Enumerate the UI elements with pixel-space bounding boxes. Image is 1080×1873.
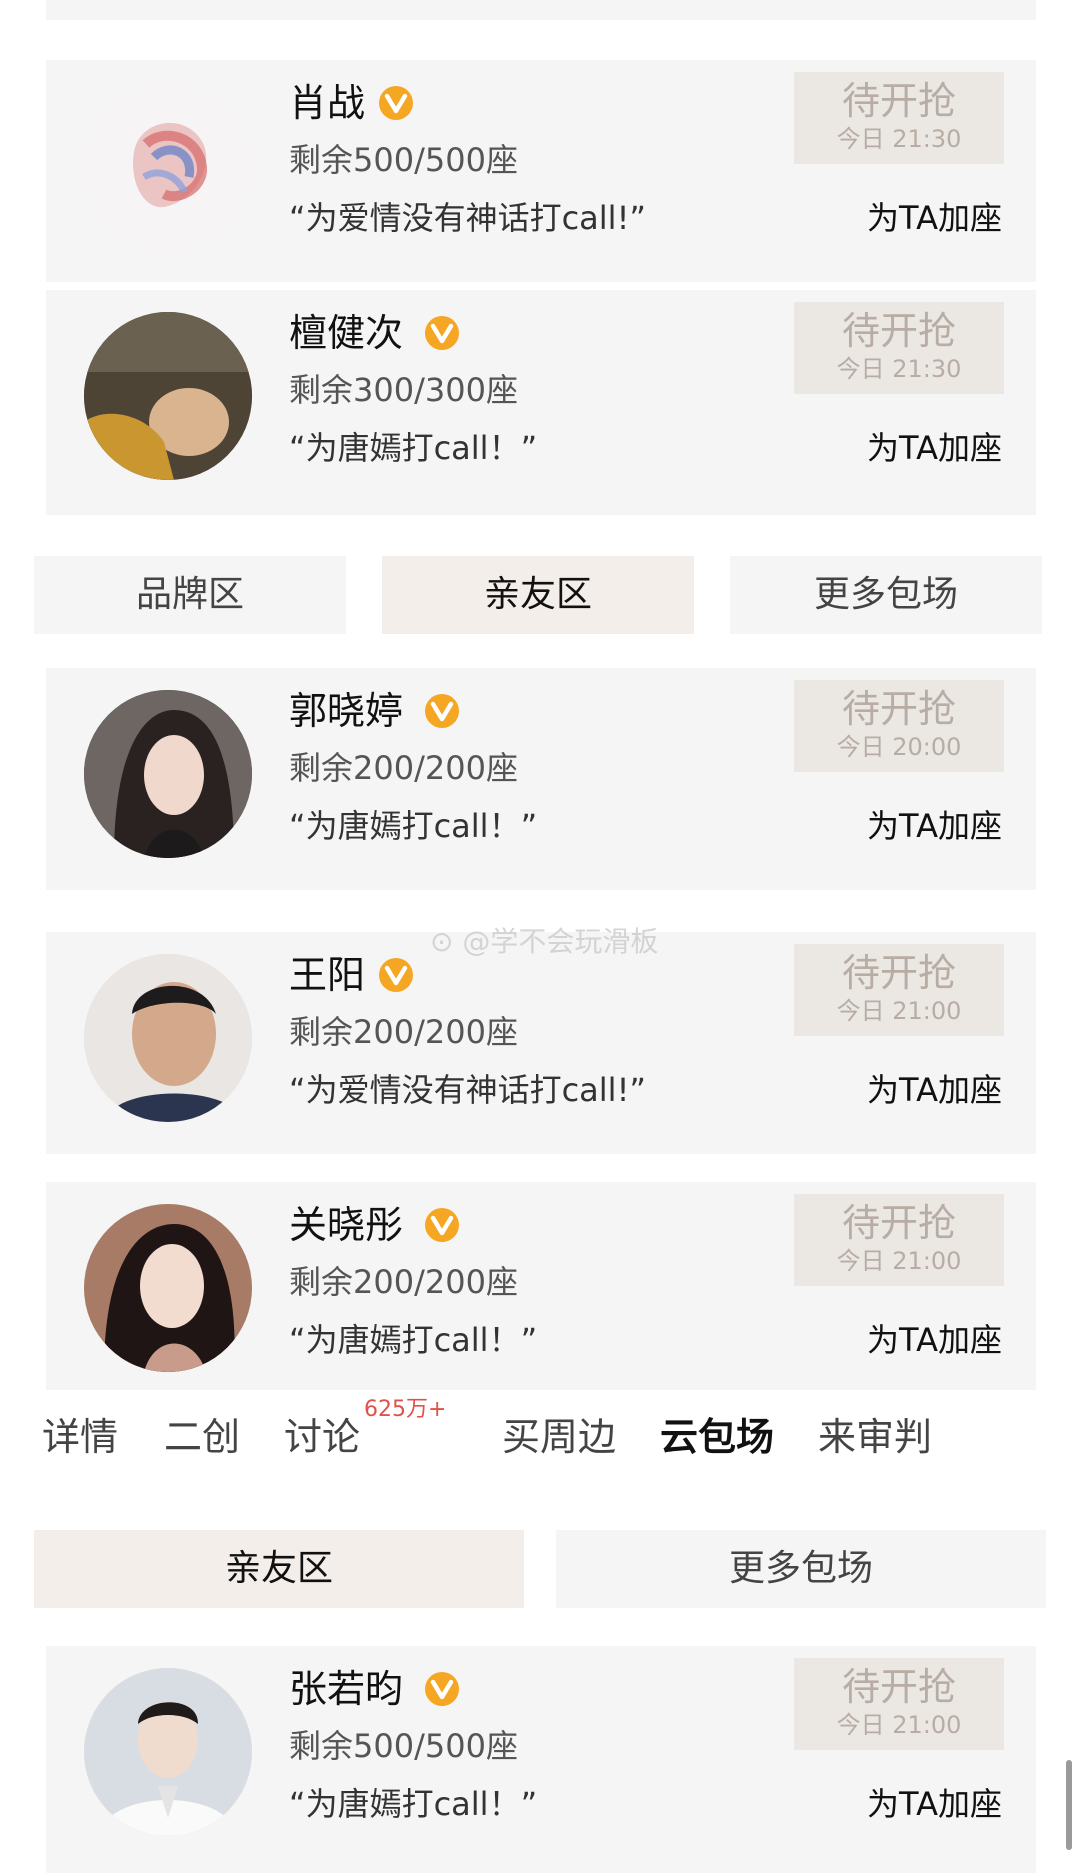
slogan: “为唐嫣打call！” bbox=[289, 1321, 538, 1359]
tab-more-venues[interactable]: 更多包场 bbox=[556, 1530, 1046, 1608]
slogan: “为唐嫣打call！” bbox=[289, 807, 538, 845]
seats-remaining: 剩余500/500座 bbox=[289, 141, 518, 179]
card-xiaozhan[interactable]: 肖战 剩余500/500座 “为爱情没有神话打call!” 待开抢 今日 21:… bbox=[46, 60, 1036, 282]
add-seat-button[interactable]: 为TA加座 bbox=[867, 426, 1002, 470]
verified-v-icon bbox=[425, 1208, 459, 1242]
add-seat-button[interactable]: 为TA加座 bbox=[867, 1782, 1002, 1826]
verified-v-icon bbox=[379, 958, 413, 992]
grab-button[interactable]: 待开抢 今日 20:00 bbox=[794, 680, 1004, 772]
seats-remaining: 剩余300/300座 bbox=[289, 371, 518, 409]
seats-remaining: 剩余200/200座 bbox=[289, 1263, 518, 1301]
scrollbar[interactable] bbox=[1066, 1760, 1072, 1850]
slogan: “为爱情没有神话打call!” bbox=[289, 199, 646, 237]
person-avatar-icon bbox=[84, 1204, 252, 1372]
person-avatar-icon bbox=[84, 954, 252, 1122]
tab-fan-creation[interactable]: 二创 bbox=[164, 1412, 240, 1462]
grab-button[interactable]: 待开抢 今日 21:30 bbox=[794, 302, 1004, 394]
slogan: “为唐嫣打call！” bbox=[289, 1785, 538, 1823]
card-tanjianci[interactable]: 檀健次 剩余300/300座 “为唐嫣打call！” 待开抢 今日 21:30 … bbox=[46, 290, 1036, 515]
seats-remaining: 剩余200/200座 bbox=[289, 1013, 518, 1051]
weibo-logo-icon: ⊙ bbox=[430, 925, 454, 958]
person-avatar-icon bbox=[84, 312, 252, 480]
card-name: 肖战 bbox=[289, 81, 366, 125]
person-avatar-icon bbox=[84, 1668, 252, 1836]
avatar[interactable] bbox=[84, 82, 252, 250]
grab-status: 待开抢 bbox=[841, 687, 956, 731]
grab-status: 待开抢 bbox=[841, 309, 956, 353]
grab-button[interactable]: 待开抢 今日 21:00 bbox=[794, 944, 1004, 1036]
card-guoxiaoting[interactable]: 郭晓婷 剩余200/200座 “为唐嫣打call！” 待开抢 今日 20:00 … bbox=[46, 668, 1036, 890]
avatar[interactable] bbox=[84, 690, 252, 858]
card-name: 关晓彤 bbox=[289, 1203, 404, 1247]
grab-button[interactable]: 待开抢 今日 21:00 bbox=[794, 1658, 1004, 1750]
card-partial-top bbox=[46, 0, 1036, 20]
heart-art-avatar-icon bbox=[84, 82, 252, 250]
card-name: 张若昀 bbox=[289, 1667, 404, 1711]
verified-v-icon bbox=[425, 694, 459, 728]
card-wangyang[interactable]: 王阳 剩余200/200座 “为爱情没有神话打call!” 待开抢 今日 21:… bbox=[46, 932, 1036, 1154]
avatar[interactable] bbox=[84, 312, 252, 480]
add-seat-button[interactable]: 为TA加座 bbox=[867, 804, 1002, 848]
tab-more-venues[interactable]: 更多包场 bbox=[730, 556, 1042, 634]
watermark-text: @学不会玩滑板 bbox=[462, 925, 659, 958]
tab-discussion[interactable]: 讨论 bbox=[284, 1412, 360, 1462]
card-guanxiaotong[interactable]: 关晓彤 剩余200/200座 “为唐嫣打call！” 待开抢 今日 21:00 … bbox=[46, 1182, 1036, 1390]
watermark: ⊙ @学不会玩滑板 bbox=[430, 920, 658, 960]
grab-button[interactable]: 待开抢 今日 21:30 bbox=[794, 72, 1004, 164]
card-zhangruoyun[interactable]: 张若昀 剩余500/500座 “为唐嫣打call！” 待开抢 今日 21:00 … bbox=[46, 1646, 1036, 1873]
slogan: “为唐嫣打call！” bbox=[289, 429, 538, 467]
verified-v-icon bbox=[425, 316, 459, 350]
tab-buy-merch[interactable]: 买周边 bbox=[502, 1412, 616, 1462]
person-avatar-icon bbox=[84, 690, 252, 858]
tab-cloud-venue[interactable]: 云包场 bbox=[660, 1412, 774, 1462]
seats-remaining: 剩余500/500座 bbox=[289, 1727, 518, 1765]
discussion-count-badge: 625万+ bbox=[364, 1397, 447, 1422]
slogan: “为爱情没有神话打call!” bbox=[289, 1071, 646, 1109]
grab-time: 今日 21:00 bbox=[836, 1711, 962, 1739]
avatar[interactable] bbox=[84, 1204, 252, 1372]
tab-judge[interactable]: 来审判 bbox=[818, 1412, 932, 1462]
card-name: 郭晓婷 bbox=[289, 689, 404, 733]
add-seat-button[interactable]: 为TA加座 bbox=[867, 196, 1002, 240]
avatar[interactable] bbox=[84, 954, 252, 1122]
grab-status: 待开抢 bbox=[841, 1201, 956, 1245]
tab-friends-zone[interactable]: 亲友区 bbox=[34, 1530, 524, 1608]
tab-brand-zone[interactable]: 品牌区 bbox=[34, 556, 346, 634]
avatar[interactable] bbox=[84, 1668, 252, 1836]
add-seat-button[interactable]: 为TA加座 bbox=[867, 1068, 1002, 1112]
grab-time: 今日 20:00 bbox=[836, 733, 962, 761]
tab-details[interactable]: 详情 bbox=[42, 1412, 118, 1462]
card-name: 檀健次 bbox=[289, 311, 404, 355]
card-name: 王阳 bbox=[289, 953, 366, 997]
grab-status: 待开抢 bbox=[841, 951, 956, 995]
verified-v-icon bbox=[379, 86, 413, 120]
grab-button[interactable]: 待开抢 今日 21:00 bbox=[794, 1194, 1004, 1286]
grab-time: 今日 21:30 bbox=[836, 355, 962, 383]
tab-friends-zone[interactable]: 亲友区 bbox=[382, 556, 694, 634]
grab-time: 今日 21:30 bbox=[836, 125, 962, 153]
grab-status: 待开抢 bbox=[841, 79, 956, 123]
verified-v-icon bbox=[425, 1672, 459, 1706]
grab-time: 今日 21:00 bbox=[836, 1247, 962, 1275]
grab-status: 待开抢 bbox=[841, 1665, 956, 1709]
grab-time: 今日 21:00 bbox=[836, 997, 962, 1025]
seats-remaining: 剩余200/200座 bbox=[289, 749, 518, 787]
add-seat-button[interactable]: 为TA加座 bbox=[867, 1318, 1002, 1362]
